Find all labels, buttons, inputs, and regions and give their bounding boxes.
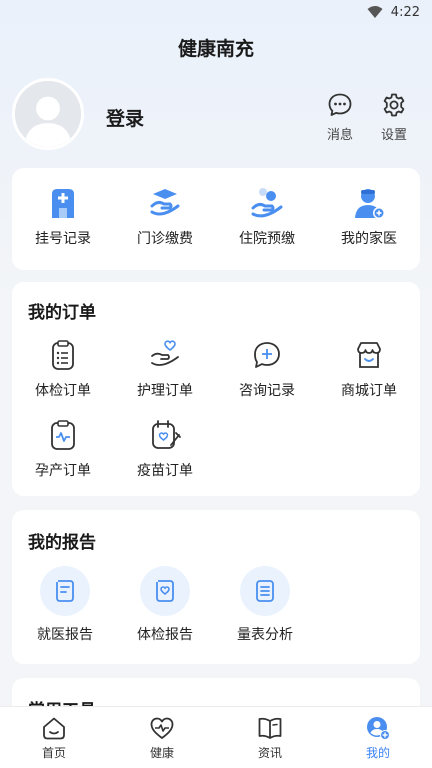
status-time: 4:22 xyxy=(390,4,420,20)
profile-row: 登录 消息 设置 xyxy=(12,78,420,152)
store-icon xyxy=(357,342,381,368)
service-label: 我的家医 xyxy=(341,231,397,247)
gear-icon xyxy=(383,93,405,117)
service-label: 门诊缴费 xyxy=(137,231,193,247)
scale-analysis-icon xyxy=(256,580,274,602)
hand-coins-icon xyxy=(251,188,283,218)
order-label: 疫苗订单 xyxy=(137,463,193,479)
pregnancy-clipboard-icon xyxy=(51,420,75,450)
tab-label: 健康 xyxy=(149,746,174,760)
tab-health[interactable]: 健康 xyxy=(108,707,216,768)
reports-card: 我的报告 就医报告 体检报告 量表分析 xyxy=(12,510,420,664)
wifi-icon xyxy=(367,6,383,18)
status-bar: 4:22 xyxy=(0,0,432,24)
report-label: 量表分析 xyxy=(237,627,293,643)
avatar[interactable] xyxy=(12,78,84,150)
report-checkup[interactable]: 体检报告 xyxy=(114,566,216,644)
reports-title: 我的报告 xyxy=(28,533,96,553)
heart-pulse-icon xyxy=(150,717,174,739)
book-icon xyxy=(258,717,282,739)
service-label: 挂号记录 xyxy=(35,231,91,247)
family-doctor-icon xyxy=(355,189,385,219)
tab-mine[interactable]: 我的 xyxy=(324,707,432,768)
login-link[interactable]: 登录 xyxy=(106,104,144,131)
care-hand-icon xyxy=(151,340,179,366)
tab-home[interactable]: 首页 xyxy=(0,707,108,768)
report-icon-bg xyxy=(140,566,190,616)
tab-label: 资讯 xyxy=(257,746,282,760)
order-label: 孕产订单 xyxy=(35,463,91,479)
report-label: 就医报告 xyxy=(37,627,93,643)
checkup-report-icon xyxy=(156,580,174,602)
avatar-placeholder-icon xyxy=(15,81,81,147)
service-registration[interactable]: 挂号记录 xyxy=(12,186,114,248)
bottom-tab-bar: 首页 健康 资讯 我的 xyxy=(0,706,432,768)
order-consultation[interactable]: 咨询记录 xyxy=(216,338,318,400)
messages-button[interactable]: 消息 xyxy=(320,92,360,143)
payment-hand-icon xyxy=(150,189,180,216)
chat-bubble-icon xyxy=(328,93,352,116)
vaccine-calendar-icon xyxy=(152,420,181,449)
tab-label: 首页 xyxy=(41,746,66,760)
service-inpatient-prepay[interactable]: 住院预缴 xyxy=(216,186,318,248)
order-label: 咨询记录 xyxy=(239,383,295,399)
consult-plus-icon xyxy=(254,342,280,368)
hospital-icon xyxy=(52,189,74,218)
order-vaccine[interactable]: 疫苗订单 xyxy=(114,418,216,480)
settings-label: 设置 xyxy=(380,128,407,143)
service-label: 住院预缴 xyxy=(239,231,295,247)
settings-button[interactable]: 设置 xyxy=(374,92,414,143)
order-label: 体检订单 xyxy=(35,383,91,399)
messages-label: 消息 xyxy=(326,128,353,143)
orders-card: 我的订单 体检订单 护理订单 咨询记录 商城订单 孕产订单 疫苗订单 xyxy=(12,282,420,496)
order-physical-exam[interactable]: 体检订单 xyxy=(12,338,114,400)
order-mall[interactable]: 商城订单 xyxy=(318,338,420,400)
quick-services-card: 挂号记录 门诊缴费 住院预缴 我的家医 xyxy=(12,168,420,270)
report-label: 体检报告 xyxy=(137,627,193,643)
order-label: 护理订单 xyxy=(137,383,193,399)
report-icon-bg xyxy=(40,566,90,616)
service-outpatient-payment[interactable]: 门诊缴费 xyxy=(114,186,216,248)
tab-news[interactable]: 资讯 xyxy=(216,707,324,768)
home-icon xyxy=(43,717,65,740)
report-icon-bg xyxy=(240,566,290,616)
page-title: 健康南充 xyxy=(177,38,254,60)
user-icon xyxy=(367,717,390,740)
medical-report-icon xyxy=(56,580,74,602)
report-medical[interactable]: 就医报告 xyxy=(14,566,116,644)
tab-label: 我的 xyxy=(365,746,390,760)
orders-title: 我的订单 xyxy=(28,303,96,323)
order-nursing[interactable]: 护理订单 xyxy=(114,338,216,400)
service-family-doctor[interactable]: 我的家医 xyxy=(318,186,420,248)
checklist-icon xyxy=(52,340,74,370)
order-maternity[interactable]: 孕产订单 xyxy=(12,418,114,480)
report-scale-analysis[interactable]: 量表分析 xyxy=(214,566,316,644)
order-label: 商城订单 xyxy=(341,383,397,399)
